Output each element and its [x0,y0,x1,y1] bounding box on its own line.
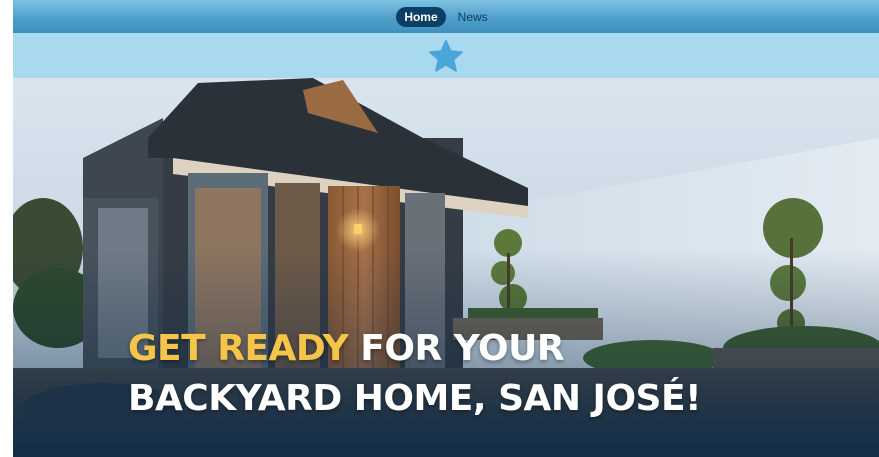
top-navigation: Home News [13,0,879,33]
nav-item-home[interactable]: Home [396,6,446,27]
star-banner [13,33,879,78]
star-icon [429,39,463,72]
headline-line2: BACKYARD HOME, SAN JOSÉ! [128,378,701,419]
headline-line1-rest: FOR YOUR [348,328,565,369]
page-frame: Home News GET READY FOR YOUR BACKYARD HO… [13,0,879,457]
nav-item-news[interactable]: News [450,7,496,27]
headline-accent: GET READY [128,328,349,369]
hero-headline: GET READY FOR YOUR BACKYARD HOME, SAN JO… [128,324,701,424]
hero-section: GET READY FOR YOUR BACKYARD HOME, SAN JO… [13,78,879,457]
